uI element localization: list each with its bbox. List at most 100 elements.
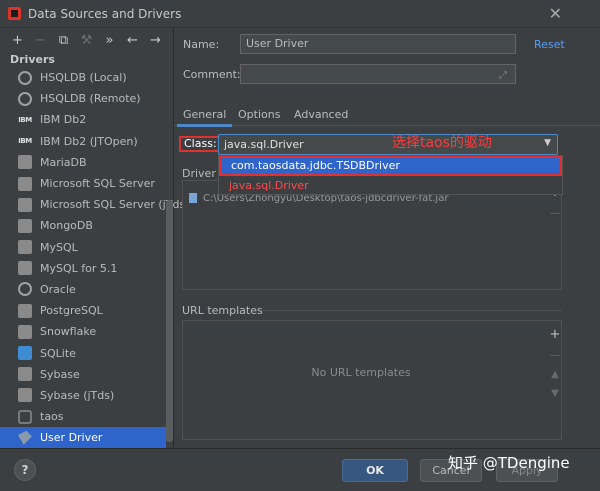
class-dropdown: com.taosdata.jdbc.TSDBDriver java.sql.Dr… bbox=[218, 155, 563, 195]
postgresql-icon bbox=[18, 303, 32, 318]
sidebar-item-label: IBM Db2 bbox=[40, 113, 87, 127]
sidebar-item-microsoft-sql-server[interactable]: Microsoft SQL Server bbox=[0, 173, 166, 194]
sidebar-item-hsqldb-local[interactable]: HSQLDB (Local) bbox=[0, 67, 166, 88]
sidebar-item-mariadb[interactable]: MariaDB bbox=[0, 152, 166, 173]
mariadb-icon bbox=[18, 155, 32, 170]
ok-button[interactable]: OK bbox=[342, 459, 408, 482]
taos-icon bbox=[18, 409, 32, 424]
sidebar-item-user-driver[interactable]: User Driver bbox=[0, 427, 166, 449]
mysql-icon bbox=[18, 240, 32, 255]
sidebar-item-mysql[interactable]: MySQL bbox=[0, 237, 166, 258]
drivers-panel: + − ⧉ ⚒ » ← → Drivers HSQLDB (Local) HSQL… bbox=[0, 28, 189, 449]
tab-advanced[interactable]: Advanced bbox=[294, 108, 348, 121]
reset-link[interactable]: Reset bbox=[534, 38, 565, 51]
url-templates-list: No URL templates + — ▲ ▼ bbox=[182, 320, 562, 440]
hsqldb-icon bbox=[18, 70, 32, 85]
user-driver-icon bbox=[18, 430, 32, 445]
dropdown-option-tsdb[interactable]: com.taosdata.jdbc.TSDBDriver bbox=[219, 156, 562, 176]
sidebar-item-label: Microsoft SQL Server bbox=[40, 177, 155, 191]
sidebar-item-label: HSQLDB (Remote) bbox=[40, 92, 141, 106]
sidebar-item-label: Oracle bbox=[40, 282, 76, 296]
mysql-icon bbox=[18, 261, 32, 276]
sidebar-item-taos[interactable]: taos bbox=[0, 406, 166, 427]
oracle-icon bbox=[18, 282, 32, 297]
jar-file-icon bbox=[189, 193, 197, 203]
remove-template-icon[interactable]: — bbox=[548, 350, 562, 361]
dropdown-option-java[interactable]: java.sql.Driver bbox=[219, 176, 562, 196]
add-template-icon[interactable]: + bbox=[548, 327, 562, 342]
sidebar-item-sybase[interactable]: Sybase bbox=[0, 364, 166, 385]
chevron-down-icon[interactable]: ▼ bbox=[544, 138, 551, 148]
sidebar-item-microsoft-sql-server-jtds[interactable]: Microsoft SQL Server (jTds) bbox=[0, 194, 189, 215]
class-value: java.sql.Driver bbox=[224, 138, 304, 151]
hsqldb-icon bbox=[18, 91, 32, 106]
title-bar: Data Sources and Drivers ✕ bbox=[0, 0, 600, 28]
sidebar-item-sybase-jtds[interactable]: Sybase (jTds) bbox=[0, 385, 166, 406]
sidebar-item-label: PostgreSQL bbox=[40, 304, 103, 318]
sidebar-item-label: taos bbox=[40, 410, 64, 424]
mongodb-icon bbox=[18, 218, 32, 233]
comment-label: Comment: bbox=[183, 68, 241, 81]
sidebar-item-label: MySQL for 5.1 bbox=[40, 261, 118, 275]
remove-file-icon[interactable]: — bbox=[548, 208, 562, 219]
class-label: Class: bbox=[179, 136, 222, 152]
annotation-text: 选择taos的驱动 bbox=[392, 135, 492, 151]
copy-icon[interactable]: ⧉ bbox=[54, 33, 73, 49]
sidebar-item-postgresql[interactable]: PostgreSQL bbox=[0, 300, 166, 321]
sidebar-item-label: User Driver bbox=[40, 431, 103, 445]
app-icon bbox=[8, 7, 21, 20]
close-icon[interactable]: ✕ bbox=[549, 4, 562, 23]
drivers-toolbar: + − ⧉ ⚒ » ← → bbox=[8, 32, 165, 50]
sidebar-item-ibm-db2[interactable]: IBM IBM Db2 bbox=[0, 109, 166, 130]
sybase-icon bbox=[18, 388, 32, 403]
name-field[interactable]: User Driver bbox=[240, 34, 516, 54]
more-icon[interactable]: » bbox=[100, 33, 119, 49]
tab-bar: General Options Advanced bbox=[174, 100, 600, 127]
sidebar-item-hsqldb-remote[interactable]: HSQLDB (Remote) bbox=[0, 88, 166, 109]
sybase-icon bbox=[18, 367, 32, 382]
sidebar-item-mysql-for-5-1[interactable]: MySQL for 5.1 bbox=[0, 258, 166, 279]
sidebar-item-label: Sybase bbox=[40, 367, 80, 381]
sidebar-item-label: Snowflake bbox=[40, 325, 97, 339]
sidebar-item-label: MongoDB bbox=[40, 219, 93, 233]
tab-options[interactable]: Options bbox=[238, 108, 280, 121]
move-up-icon[interactable]: ▲ bbox=[548, 369, 562, 380]
driver-list: HSQLDB (Local) HSQLDB (Remote) IBM IBM Db2 I… bbox=[0, 67, 189, 449]
url-templates-actions: + — ▲ ▼ bbox=[548, 327, 562, 407]
mssql-icon bbox=[18, 176, 32, 191]
ibm-icon: IBM bbox=[18, 137, 32, 146]
window-title: Data Sources and Drivers bbox=[28, 7, 182, 21]
comment-field[interactable] bbox=[240, 64, 516, 84]
expand-icon[interactable]: ⤢ bbox=[499, 70, 507, 81]
wrench-icon[interactable]: ⚒ bbox=[77, 33, 96, 49]
sidebar-item-sqlite[interactable]: SQLite bbox=[0, 342, 166, 363]
help-button[interactable]: ? bbox=[14, 459, 36, 481]
add-icon[interactable]: + bbox=[8, 33, 27, 49]
sidebar-item-snowflake[interactable]: Snowflake bbox=[0, 321, 166, 342]
move-down-icon[interactable]: ▼ bbox=[548, 388, 562, 399]
drivers-scrollbar[interactable] bbox=[166, 200, 173, 442]
url-templates-label: URL templates bbox=[182, 304, 263, 317]
watermark: 知乎 @TDengine bbox=[448, 454, 570, 472]
sidebar-item-label: MariaDB bbox=[40, 155, 87, 169]
driver-settings: Name: User Driver Reset Comment: ⤢ Gener… bbox=[174, 28, 600, 448]
remove-icon[interactable]: − bbox=[31, 33, 50, 49]
sidebar-item-label: HSQLDB (Local) bbox=[40, 71, 127, 85]
sidebar-item-label: IBM Db2 (JTOpen) bbox=[40, 134, 138, 148]
driver-files-list: C:\Users\Zhongyu\Desktop\taos-jdbcdriver… bbox=[182, 180, 562, 290]
class-combobox[interactable]: java.sql.Driver ▼ bbox=[218, 134, 558, 155]
section-divider bbox=[260, 310, 562, 311]
empty-state: No URL templates bbox=[311, 366, 411, 379]
forward-arrow-icon[interactable]: → bbox=[146, 33, 165, 49]
tab-general[interactable]: General bbox=[176, 108, 233, 127]
ibm-icon: IBM bbox=[18, 115, 32, 124]
sidebar-item-label: SQLite bbox=[40, 346, 76, 360]
sidebar-item-ibm-db2-jtopen[interactable]: IBM IBM Db2 (JTOpen) bbox=[0, 131, 166, 152]
back-arrow-icon[interactable]: ← bbox=[123, 33, 142, 49]
sidebar-item-oracle[interactable]: Oracle bbox=[0, 279, 166, 300]
sidebar-item-label: MySQL bbox=[40, 240, 78, 254]
sqlite-icon bbox=[18, 346, 32, 361]
drivers-heading: Drivers bbox=[10, 53, 55, 66]
sidebar-item-mongodb[interactable]: MongoDB bbox=[0, 215, 166, 236]
name-label: Name: bbox=[183, 38, 220, 51]
